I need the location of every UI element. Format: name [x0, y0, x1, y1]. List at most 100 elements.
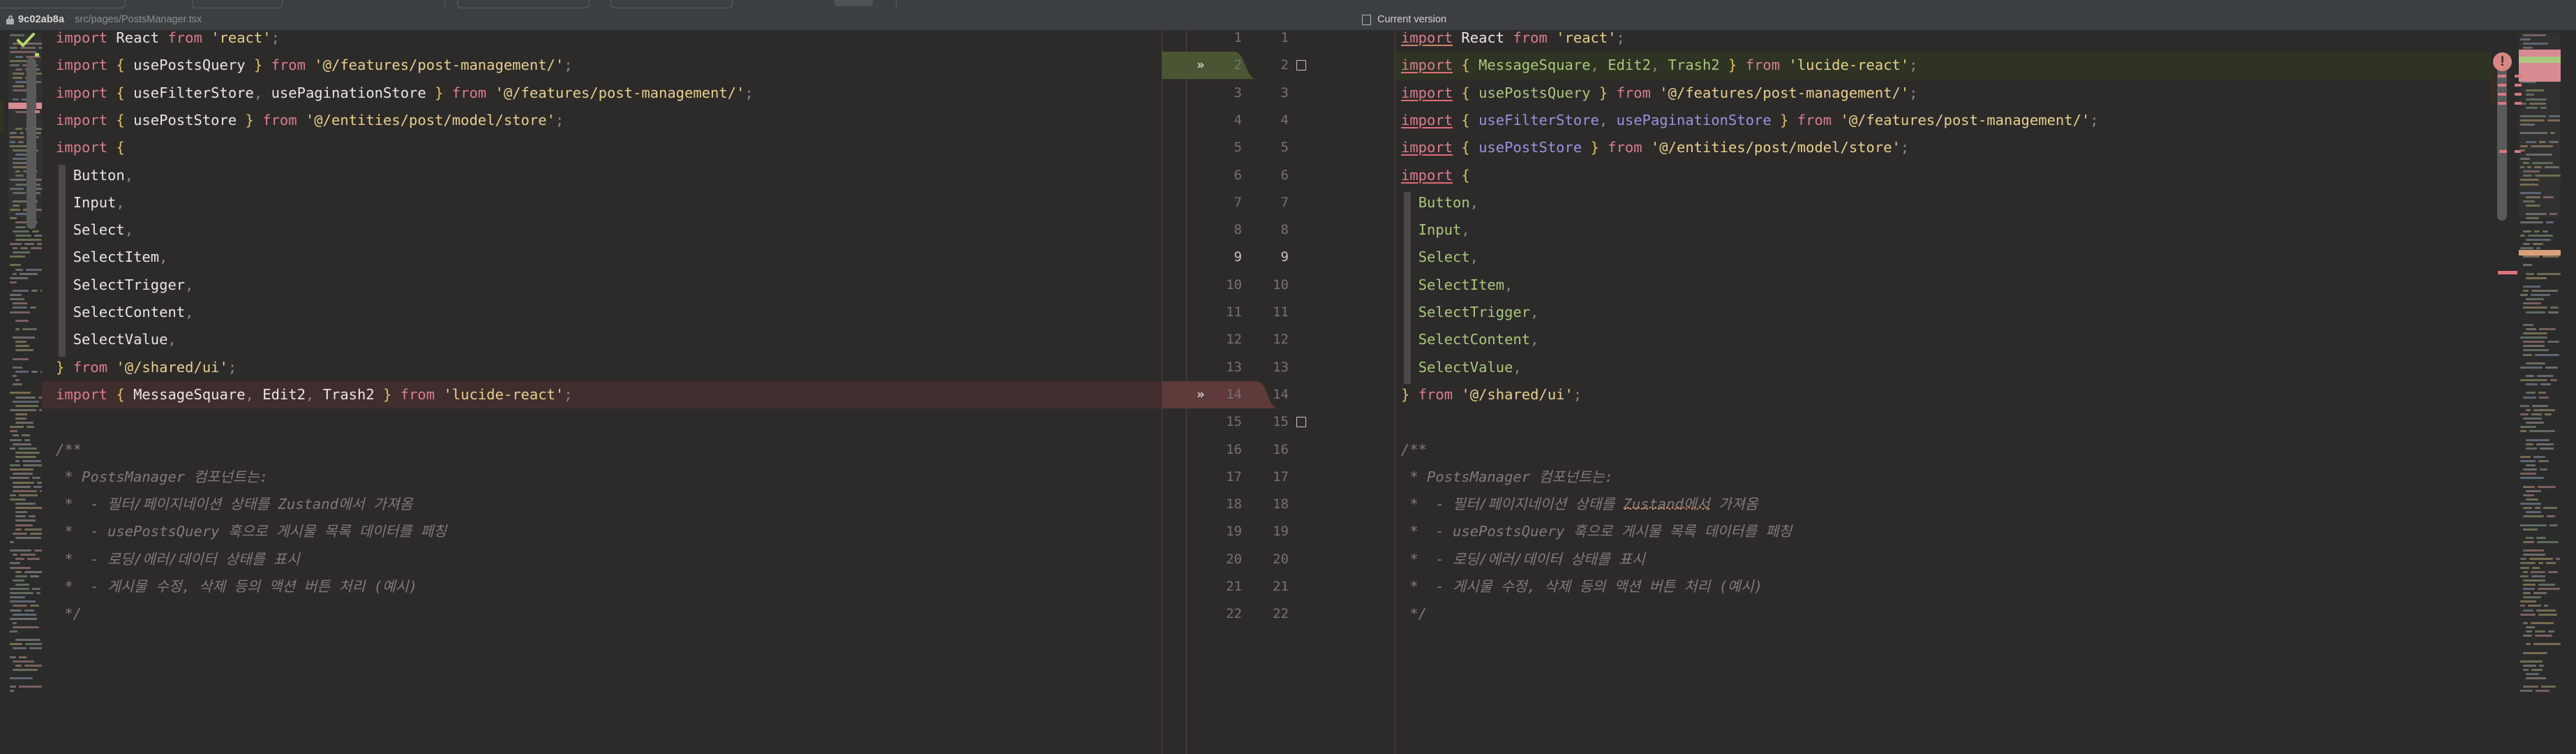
code-line[interactable]: Button, — [42, 162, 1162, 189]
code-line[interactable]: SelectValue, — [1395, 354, 2491, 381]
code-line[interactable] — [1395, 408, 2491, 436]
gutter-row[interactable]: 18 18 — [1162, 491, 1395, 518]
gutter-row[interactable]: 12 12 — [1162, 326, 1395, 353]
minimap-code-line — [2520, 366, 2543, 369]
code-line[interactable]: import { usePostStore } from '@/entities… — [1395, 134, 2491, 161]
code-line[interactable]: SelectTrigger, — [1395, 299, 2491, 326]
gutter-row[interactable]: 21 21 — [1162, 573, 1395, 600]
code-line[interactable]: import { useFilterStore, usePaginationSt… — [1395, 107, 2491, 134]
minimap-code-line — [10, 609, 22, 612]
code-line[interactable]: SelectValue, — [42, 326, 1162, 353]
code-line[interactable]: Select, — [1395, 244, 2491, 271]
gutter-row[interactable]: 22 22 — [1162, 600, 1395, 628]
code-line[interactable]: * PostsManager 컴포넌트는: — [1395, 464, 2491, 491]
code-line[interactable]: /** — [1395, 436, 2491, 464]
code-line[interactable]: } from '@/shared/ui'; — [1395, 381, 2491, 408]
left-scrollbar-thumb[interactable] — [27, 58, 36, 229]
code-line[interactable]: import { usePostsQuery } from '@/feature… — [42, 52, 1162, 79]
code-line[interactable]: import { MessageSquare, Edit2, Trash2 } … — [1395, 52, 2491, 80]
toolbar-icon-button[interactable] — [834, 0, 873, 6]
toolbar-button-3[interactable] — [457, 0, 590, 8]
minimap-code-line — [2539, 664, 2544, 667]
code-line[interactable] — [42, 408, 1162, 436]
minimap-code-line — [13, 302, 27, 305]
gutter-row[interactable]: 55 — [1162, 134, 1395, 161]
toolbar-button-1[interactable] — [0, 0, 126, 8]
code-line[interactable]: SelectItem, — [1395, 272, 2491, 299]
minimap-code-line — [2523, 554, 2545, 556]
gutter-row[interactable]: 10 10 — [1162, 272, 1395, 299]
current-version-group[interactable]: Current version — [1362, 9, 1446, 30]
code-line[interactable]: */ — [1395, 600, 2491, 628]
commit-hash[interactable]: 9c02ab8a — [18, 14, 64, 25]
code-line[interactable]: import React from 'react'; — [1395, 30, 2491, 52]
code-line[interactable]: import { — [42, 134, 1162, 161]
gutter-row[interactable]: 66 — [1162, 162, 1395, 189]
code-line[interactable]: Input, — [1395, 216, 2491, 244]
code-line[interactable]: * - usePostsQuery 훅으로 게시물 목록 데이터를 페칭 — [1395, 518, 2491, 545]
gutter-row[interactable]: » 2 2 — [1162, 52, 1395, 79]
gutter-row[interactable]: 33 — [1162, 80, 1395, 107]
code-line[interactable]: import { MessageSquare, Edit2, Trash2 } … — [42, 380, 1162, 409]
minimap-code-line — [2523, 588, 2535, 590]
code-line[interactable]: } from '@/shared/ui'; — [42, 354, 1162, 381]
gutter-row[interactable]: 88 — [1162, 216, 1395, 244]
gutter-row[interactable]: 11 11 — [1162, 299, 1395, 326]
gutter-row[interactable]: 77 — [1162, 189, 1395, 216]
gutter-row[interactable]: 17 17 — [1162, 464, 1395, 491]
code-line[interactable]: SelectContent, — [42, 299, 1162, 326]
minimap-code-line — [2523, 285, 2540, 288]
left-diff-pane[interactable]: import React from 'react'; import { usePo… — [42, 30, 1162, 754]
right-minimap-strip[interactable] — [2491, 30, 2576, 754]
right-diff-pane[interactable]: import React from 'react'; import { Messa… — [1395, 30, 2491, 754]
minimap-code-line — [2532, 404, 2548, 407]
minimap-code-line — [13, 357, 29, 360]
gutter-row[interactable]: 19 19 — [1162, 518, 1395, 545]
toolbar-strip[interactable] — [0, 0, 2576, 9]
gutter-row[interactable]: 99 — [1162, 244, 1395, 271]
code-line[interactable]: * - 필터/페이지네이션 상태를 Zustand에서 가져옴 — [1395, 491, 2491, 518]
code-line[interactable]: SelectContent, — [1395, 326, 2491, 353]
code-line[interactable]: * - usePostsQuery 훅으로 게시물 목록 데이터를 페칭 — [42, 518, 1162, 545]
toolbar-button-4[interactable] — [611, 0, 733, 8]
code-line[interactable]: import { — [1395, 162, 2491, 189]
file-path[interactable]: src/pages/PostsManager.tsx — [75, 14, 202, 25]
code-line[interactable]: Button, — [1395, 189, 2491, 216]
current-version-checkbox[interactable] — [1362, 14, 1371, 25]
code-line[interactable]: * - 로딩/에러/데이터 상태를 표시 — [42, 546, 1162, 573]
gutter-row[interactable]: 11 — [1162, 30, 1395, 52]
code-line[interactable]: * - 게시물 수정, 삭제 등의 액션 버튼 처리 (예시) — [42, 573, 1162, 600]
code-line[interactable]: import { useFilterStore, usePaginationSt… — [42, 80, 1162, 107]
toolbar-button-2[interactable] — [192, 0, 283, 8]
folding-checkbox-icon[interactable] — [1296, 59, 1306, 71]
code-line[interactable]: Select, — [42, 216, 1162, 244]
code-line[interactable]: SelectItem, — [42, 244, 1162, 271]
code-line[interactable]: */ — [42, 600, 1162, 628]
code-line[interactable]: SelectTrigger, — [42, 272, 1162, 299]
minimap-code-line — [13, 230, 29, 232]
error-exclamation-icon[interactable]: ! — [2493, 52, 2512, 71]
gutter-row[interactable]: 20 20 — [1162, 546, 1395, 573]
right-scrollbar-thumb[interactable] — [2497, 64, 2507, 221]
minimap-code-line — [13, 489, 37, 492]
left-minimap-strip[interactable] — [0, 30, 42, 754]
code-line[interactable]: import { usePostsQuery } from '@/feature… — [1395, 80, 2491, 107]
diff-gutter[interactable]: 1 1» 2 2 3 3 4 4 5 5 6 6 7 7 8 8 9 9 10 10 11 11 12 12 13 13» 14 14… — [1162, 30, 1395, 754]
gutter-row[interactable]: 15 15 — [1162, 408, 1395, 436]
minimap-code-line — [15, 268, 23, 271]
code-line[interactable]: import { usePostStore } from '@/entities… — [42, 107, 1162, 134]
code-line[interactable]: Input, — [42, 189, 1162, 216]
gutter-row[interactable]: 13 13 — [1162, 354, 1395, 381]
minimap-code-line — [32, 477, 40, 480]
gutter-row[interactable]: 44 — [1162, 107, 1395, 134]
code-line[interactable]: * - 게시물 수정, 삭제 등의 액션 버튼 처리 (예시) — [1395, 573, 2491, 600]
code-line[interactable]: /** — [42, 436, 1162, 464]
gutter-row[interactable]: 16 16 — [1162, 436, 1395, 464]
gutter-row[interactable]: » 14 14 — [1162, 381, 1395, 408]
minimap-code-line — [20, 554, 36, 556]
code-line[interactable]: * - 필터/페이지네이션 상태를 Zustand에서 가져옴 — [42, 491, 1162, 518]
folding-checkbox-icon[interactable] — [1296, 416, 1306, 427]
code-line[interactable]: * PostsManager 컴포넌트는: — [42, 464, 1162, 491]
code-line[interactable]: * - 로딩/에러/데이터 상태를 표시 — [1395, 546, 2491, 573]
code-line[interactable]: import React from 'react'; — [42, 30, 1162, 52]
